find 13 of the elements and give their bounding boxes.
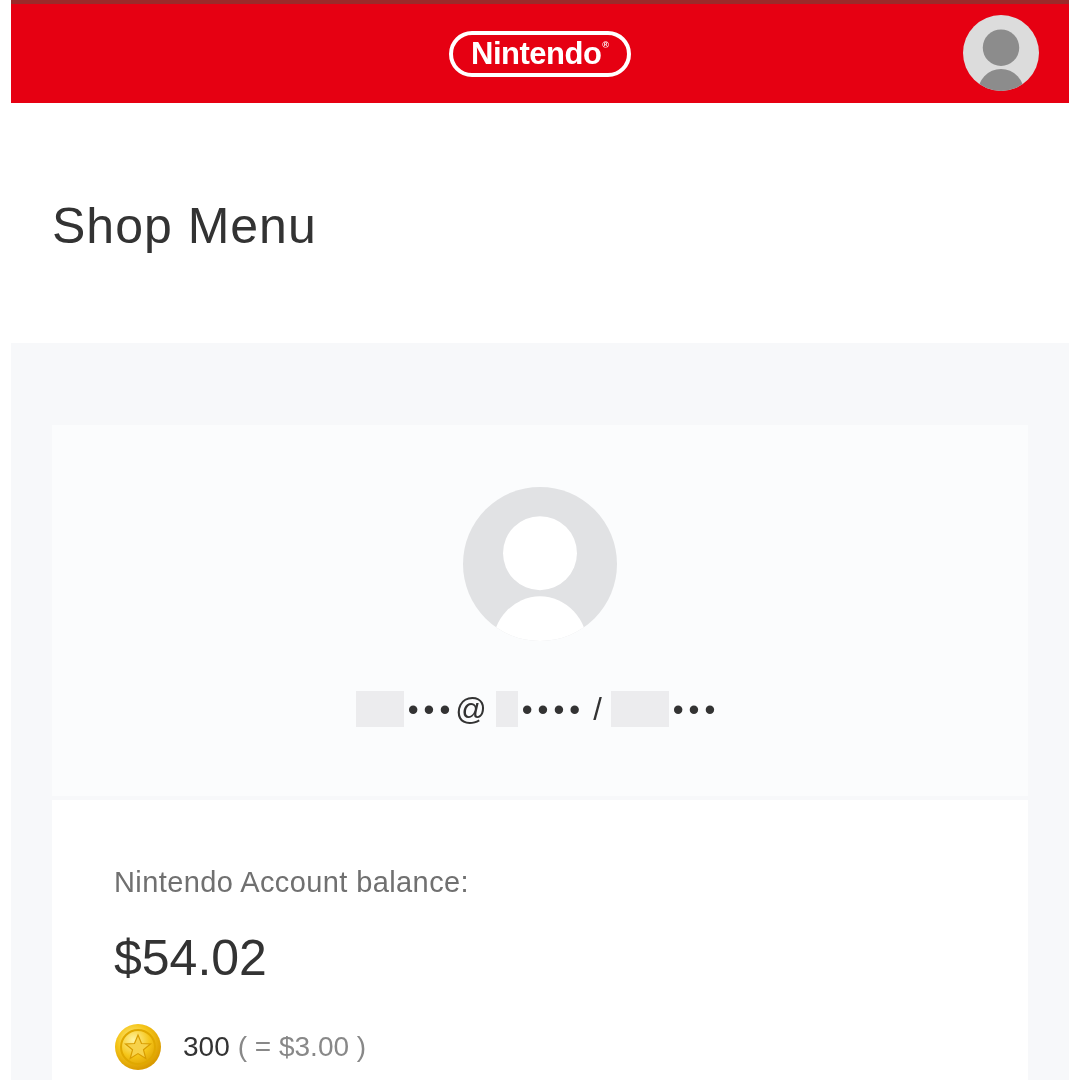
masked-account-text: ••••	[520, 693, 587, 725]
points-count: 300	[183, 1033, 230, 1061]
profile-avatar-icon	[463, 487, 617, 641]
masked-account-text: /	[592, 693, 608, 725]
balance-label: Nintendo Account balance:	[114, 868, 470, 897]
masked-account-text: •••@	[406, 693, 493, 725]
balance-amount: $54.02	[114, 933, 267, 983]
page-title: Shop Menu	[52, 201, 317, 251]
logo[interactable]: Nintendo®	[449, 30, 631, 77]
points-value: ( = $3.00 )	[237, 1033, 367, 1061]
account-avatar-icon[interactable]	[963, 15, 1039, 91]
coin-icon	[114, 1023, 162, 1071]
masked-account-text: •••	[671, 693, 722, 725]
